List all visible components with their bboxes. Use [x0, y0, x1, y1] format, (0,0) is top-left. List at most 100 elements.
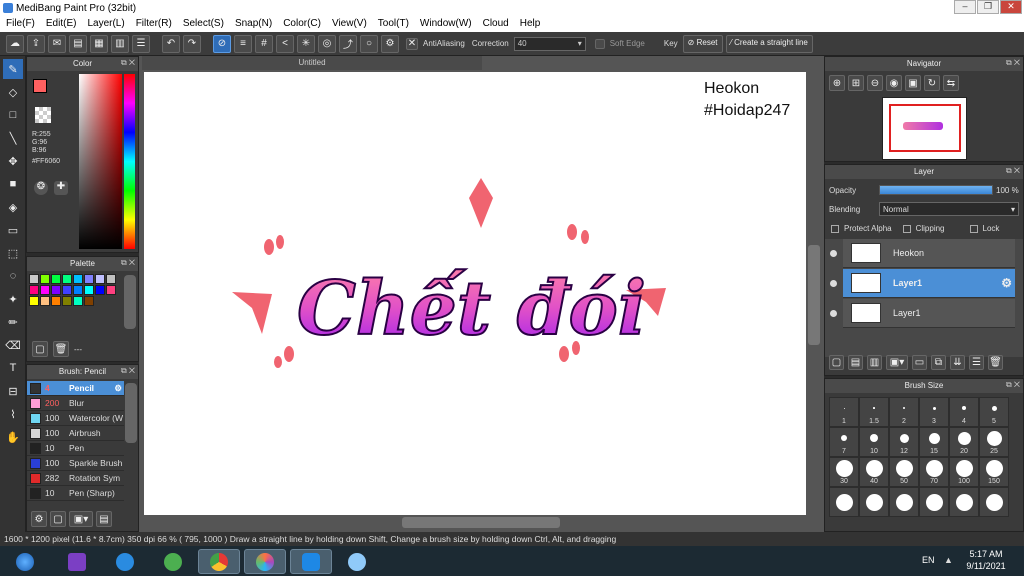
brush-size-cell[interactable]: 150: [979, 457, 1009, 487]
tray-arrow-icon[interactable]: ▲: [944, 555, 953, 565]
layer-row-selected[interactable]: Layer1 ⚙: [843, 269, 1015, 298]
taskbar-ie[interactable]: [104, 549, 146, 574]
brush-settings-icon[interactable]: ⚙: [31, 511, 47, 527]
palette-swatch[interactable]: [84, 296, 94, 306]
new-halftone-layer-icon[interactable]: ▤: [848, 355, 863, 370]
palette-icon[interactable]: ❂: [34, 181, 48, 195]
lasso-tool-icon[interactable]: ◌: [3, 266, 23, 286]
brush-size-cell[interactable]: 7: [829, 427, 859, 457]
palette-swatch[interactable]: [40, 274, 50, 284]
brush-size-cell[interactable]: 15: [919, 427, 949, 457]
palette-swatch[interactable]: [51, 296, 61, 306]
brush-item[interactable]: 100 Watercolor (W: [27, 411, 124, 426]
menu-color[interactable]: Color(C): [283, 18, 321, 32]
new-palette-icon[interactable]: ▢: [32, 341, 48, 357]
radial-snap-icon[interactable]: ✳: [297, 34, 315, 53]
divide-tool-icon[interactable]: ⊟: [3, 381, 23, 401]
hand-tool-icon[interactable]: ✋: [3, 427, 23, 447]
select-pen-tool-icon[interactable]: ✏: [3, 312, 23, 332]
brush-size-cell[interactable]: [829, 487, 859, 517]
saturation-value-field[interactable]: [79, 74, 122, 249]
straight-line-button[interactable]: ⁄ Create a straight line: [725, 34, 813, 53]
palette-swatch[interactable]: [95, 274, 105, 284]
new-layer-icon[interactable]: ▢: [829, 355, 844, 370]
palette-swatch[interactable]: [51, 285, 61, 295]
palette-swatch[interactable]: [106, 274, 116, 284]
brush-size-cell[interactable]: 12: [889, 427, 919, 457]
menu-snap[interactable]: Snap(N): [235, 18, 272, 32]
canvas-horizontal-scrollbar[interactable]: [402, 517, 560, 528]
color-picker-icon[interactable]: ✚: [54, 181, 68, 195]
antialias-checkbox[interactable]: ✕: [406, 37, 418, 50]
brush-size-cell[interactable]: 10: [859, 427, 889, 457]
move-tool-icon[interactable]: ✥: [3, 151, 23, 171]
zoom-out-icon[interactable]: ⊖: [867, 75, 883, 91]
maximize-button[interactable]: ❐: [977, 0, 999, 14]
merge-down-icon[interactable]: ⇊: [950, 355, 965, 370]
canvas-vertical-scrollbar[interactable]: [808, 245, 820, 345]
brush-tool-icon[interactable]: ✎: [3, 59, 23, 79]
brush-item[interactable]: 10 Pen (Sharp): [27, 486, 124, 501]
fill-shape-tool-icon[interactable]: ■: [3, 174, 23, 194]
gradient-tool-icon[interactable]: ▭: [3, 220, 23, 240]
duplicate-layer-icon[interactable]: ⧉: [931, 355, 946, 370]
magic-wand-tool-icon[interactable]: ✦: [3, 289, 23, 309]
taskbar-zalo[interactable]: [290, 549, 332, 574]
menu-select[interactable]: Select(S): [183, 18, 224, 32]
brush-size-cell[interactable]: [949, 487, 979, 517]
brush-copy-icon[interactable]: ▢: [50, 511, 66, 527]
folder-icon[interactable]: ▭: [912, 355, 927, 370]
brush-item[interactable]: 100 Sparkle Brush: [27, 456, 124, 471]
cross-snap-icon[interactable]: #: [255, 34, 273, 53]
brush-size-cell[interactable]: 30: [829, 457, 859, 487]
layer-visibility-icon[interactable]: [830, 250, 837, 257]
taskbar-medibang[interactable]: [244, 549, 286, 574]
palette-swatch[interactable]: [106, 285, 116, 295]
menu-layer[interactable]: Layer(L): [87, 18, 124, 32]
share-icon[interactable]: ⇪: [27, 34, 45, 53]
bucket-tool-icon[interactable]: ◈: [3, 197, 23, 217]
transparent-swatch[interactable]: [35, 107, 51, 123]
brush-size-cell[interactable]: 40: [859, 457, 889, 487]
language-indicator[interactable]: EN: [922, 555, 935, 565]
brush-item[interactable]: 4 Pencil ⚙: [27, 381, 124, 396]
brush-size-cell[interactable]: 25: [979, 427, 1009, 457]
menu-window[interactable]: Window(W): [420, 18, 472, 32]
line-tool-icon[interactable]: ╲: [3, 128, 23, 148]
snap-off-icon[interactable]: ⊘: [213, 34, 231, 53]
layer-row[interactable]: Layer1: [843, 299, 1015, 328]
select-rect-tool-icon[interactable]: ⬚: [3, 243, 23, 263]
fit-window-icon[interactable]: ▣: [905, 75, 921, 91]
brush-size-cell[interactable]: [889, 487, 919, 517]
menu-edit[interactable]: Edit(E): [46, 18, 77, 32]
brush-add-icon[interactable]: ▣▾: [69, 511, 93, 527]
palette-swatch[interactable]: [73, 274, 83, 284]
brush-size-cell[interactable]: 2: [889, 397, 919, 427]
delete-layer-icon[interactable]: 🗑: [988, 355, 1003, 370]
brush-size-cell[interactable]: 20: [949, 427, 979, 457]
brush-size-cell[interactable]: 70: [919, 457, 949, 487]
brush-scrollbar[interactable]: [125, 383, 137, 443]
zoom-in-icon[interactable]: ⊕: [829, 75, 845, 91]
curve-snap-icon[interactable]: ⤴: [339, 34, 357, 53]
snap-settings-icon[interactable]: ⚙: [381, 34, 399, 53]
minimize-button[interactable]: –: [954, 0, 976, 14]
menu-file[interactable]: File(F): [6, 18, 35, 32]
redo-icon[interactable]: ↷: [183, 34, 201, 53]
taskbar-chrome[interactable]: [198, 549, 240, 574]
parallel-snap-icon[interactable]: ≡: [234, 34, 252, 53]
palette-swatch[interactable]: [29, 274, 39, 284]
brush-item[interactable]: 10 Pen: [27, 441, 124, 456]
palette-swatch[interactable]: [84, 285, 94, 295]
menu-cloud[interactable]: Cloud: [483, 18, 509, 32]
brush-size-cell[interactable]: 50: [889, 457, 919, 487]
layer-visibility-icon[interactable]: [830, 310, 837, 317]
brush-size-cell[interactable]: 100: [949, 457, 979, 487]
opacity-slider[interactable]: [879, 185, 993, 195]
hue-slider[interactable]: [124, 74, 135, 249]
palette-swatch[interactable]: [29, 285, 39, 295]
eraser-tool-icon[interactable]: ◇: [3, 82, 23, 102]
brush-size-cell[interactable]: 1: [829, 397, 859, 427]
add-layer-menu-icon[interactable]: ▣▾: [886, 355, 908, 370]
circle-snap-icon[interactable]: ◎: [318, 34, 336, 53]
